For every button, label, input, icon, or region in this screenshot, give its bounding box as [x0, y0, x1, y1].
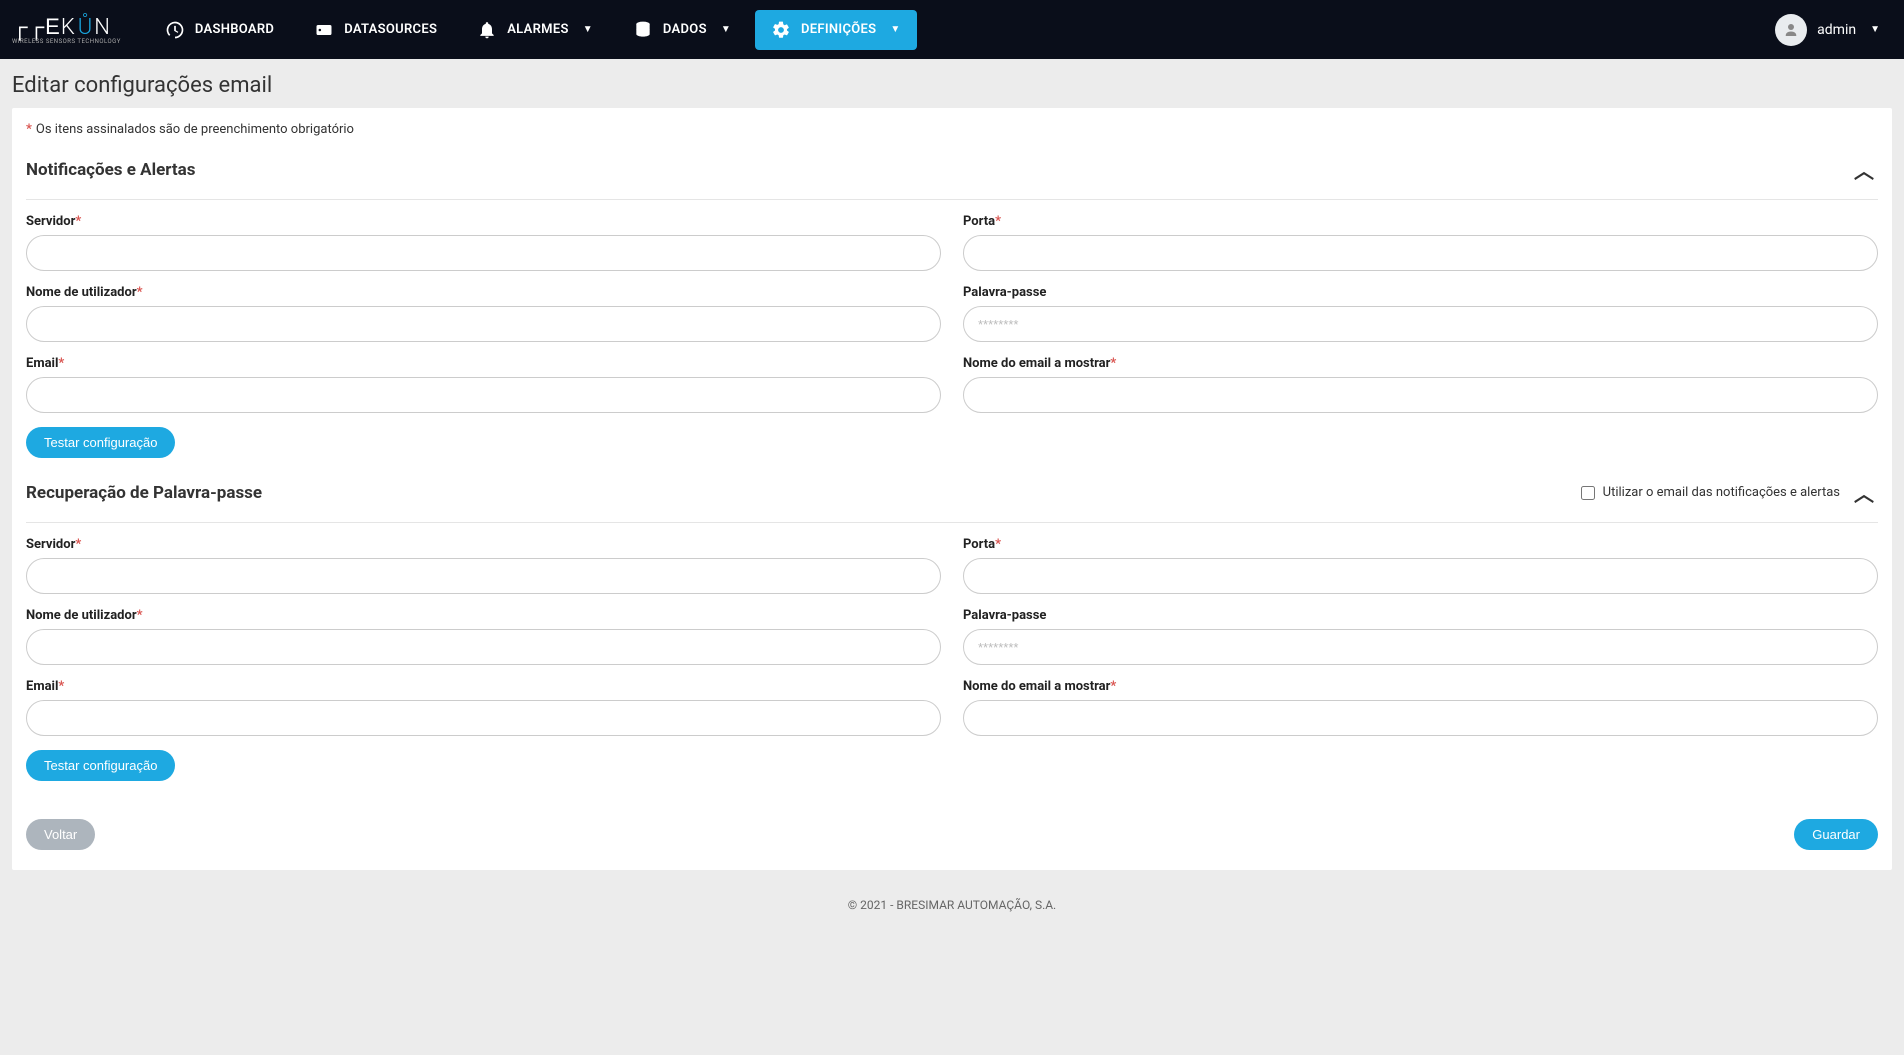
section-recuperacao-body: Servidor* Porta* Nome de utilizador* Pal…	[26, 522, 1878, 781]
nome-email-mostrar-input-2[interactable]	[963, 700, 1878, 736]
bell-icon	[477, 20, 497, 40]
guardar-button[interactable]: Guardar	[1794, 819, 1878, 850]
chevron-down-icon: ▼	[721, 24, 731, 35]
palavra-passe-label-2: Palavra-passe	[963, 608, 1878, 623]
servidor-input[interactable]	[26, 235, 941, 271]
chevron-down-icon: ▼	[583, 24, 593, 35]
section-notificacoes: Notificações e Alertas ︿ Servidor* Porta…	[26, 155, 1878, 458]
palavra-passe-input[interactable]	[963, 306, 1878, 342]
section-notificacoes-title: Notificações e Alertas	[26, 160, 196, 180]
nav-definicoes-label: DEFINIÇÕES	[801, 22, 876, 37]
use-notif-email-checkbox-wrap[interactable]: Utilizar o email das notificações e aler…	[1581, 485, 1840, 500]
chevron-down-icon: ▼	[1870, 24, 1880, 35]
servidor-input-2[interactable]	[26, 558, 941, 594]
testar-configuracao-button-2[interactable]: Testar configuração	[26, 750, 175, 781]
device-icon	[314, 20, 334, 40]
section-notificacoes-header[interactable]: Notificações e Alertas ︿	[26, 155, 1878, 199]
nome-email-mostrar-input[interactable]	[963, 377, 1878, 413]
testar-configuracao-button-1[interactable]: Testar configuração	[26, 427, 175, 458]
avatar-icon	[1775, 14, 1807, 46]
nav-datasources-label: DATASOURCES	[344, 22, 437, 37]
nav-datasources[interactable]: DATASOURCES	[298, 10, 453, 50]
main-card: *Os itens assinalados são de preenchimen…	[12, 108, 1892, 870]
page-title: Editar configurações email	[0, 59, 1904, 108]
nav-dados[interactable]: DADOS ▼	[617, 10, 747, 50]
nome-email-mostrar-label: Nome do email a mostrar*	[963, 356, 1878, 371]
section-recuperacao-title: Recuperação de Palavra-passe	[26, 483, 262, 503]
brand-tagline: WIRELESS SENSORS TECHNOLOGY	[12, 38, 121, 45]
nome-email-mostrar-label-2: Nome do email a mostrar*	[963, 679, 1878, 694]
use-notif-email-label: Utilizar o email das notificações e aler…	[1603, 485, 1840, 500]
porta-label: Porta*	[963, 214, 1878, 229]
top-navbar: ┌┌ΕKŮN WIRELESS SENSORS TECHNOLOGY DASHB…	[0, 0, 1904, 59]
nav-alarmes-label: ALARMES	[507, 22, 569, 37]
use-notif-email-checkbox[interactable]	[1581, 486, 1595, 500]
nome-utilizador-label: Nome de utilizador*	[26, 285, 941, 300]
chevron-up-icon[interactable]: ︿	[1850, 155, 1878, 184]
user-menu[interactable]: admin ▼	[1775, 14, 1892, 46]
email-input[interactable]	[26, 377, 941, 413]
section-recuperacao: Recuperação de Palavra-passe Utilizar o …	[26, 478, 1878, 781]
user-name: admin	[1817, 22, 1856, 38]
palavra-passe-label: Palavra-passe	[963, 285, 1878, 300]
gear-icon	[771, 20, 791, 40]
nome-utilizador-label-2: Nome de utilizador*	[26, 608, 941, 623]
palavra-passe-input-2[interactable]	[963, 629, 1878, 665]
nome-utilizador-input-2[interactable]	[26, 629, 941, 665]
nav-definicoes[interactable]: DEFINIÇÕES ▼	[755, 10, 917, 50]
chevron-up-icon[interactable]: ︿	[1850, 478, 1878, 507]
email-input-2[interactable]	[26, 700, 941, 736]
chevron-down-icon: ▼	[890, 24, 900, 35]
voltar-button[interactable]: Voltar	[26, 819, 95, 850]
database-icon	[633, 20, 653, 40]
section-notificacoes-body: Servidor* Porta* Nome de utilizador* Pal…	[26, 199, 1878, 458]
nav-alarmes[interactable]: ALARMES ▼	[461, 10, 609, 50]
footer-actions: Voltar Guardar	[26, 801, 1878, 850]
nav-dados-label: DADOS	[663, 22, 707, 37]
page-footer: © 2021 - BRESIMAR AUTOMAÇÃO, S.A.	[0, 882, 1904, 928]
brand-logo[interactable]: ┌┌ΕKŮN WIRELESS SENSORS TECHNOLOGY	[12, 14, 121, 45]
nav-items: DASHBOARD DATASOURCES ALARMES ▼ DADOS ▼	[149, 10, 1775, 50]
nav-dashboard[interactable]: DASHBOARD	[149, 10, 290, 50]
email-label-2: Email*	[26, 679, 941, 694]
section-recuperacao-header[interactable]: Recuperação de Palavra-passe Utilizar o …	[26, 478, 1878, 522]
porta-label-2: Porta*	[963, 537, 1878, 552]
nav-dashboard-label: DASHBOARD	[195, 22, 274, 37]
email-label: Email*	[26, 356, 941, 371]
nome-utilizador-input[interactable]	[26, 306, 941, 342]
porta-input-2[interactable]	[963, 558, 1878, 594]
porta-input[interactable]	[963, 235, 1878, 271]
servidor-label-2: Servidor*	[26, 537, 941, 552]
required-note: *Os itens assinalados são de preenchimen…	[26, 122, 1878, 137]
servidor-label: Servidor*	[26, 214, 941, 229]
gauge-icon	[165, 20, 185, 40]
